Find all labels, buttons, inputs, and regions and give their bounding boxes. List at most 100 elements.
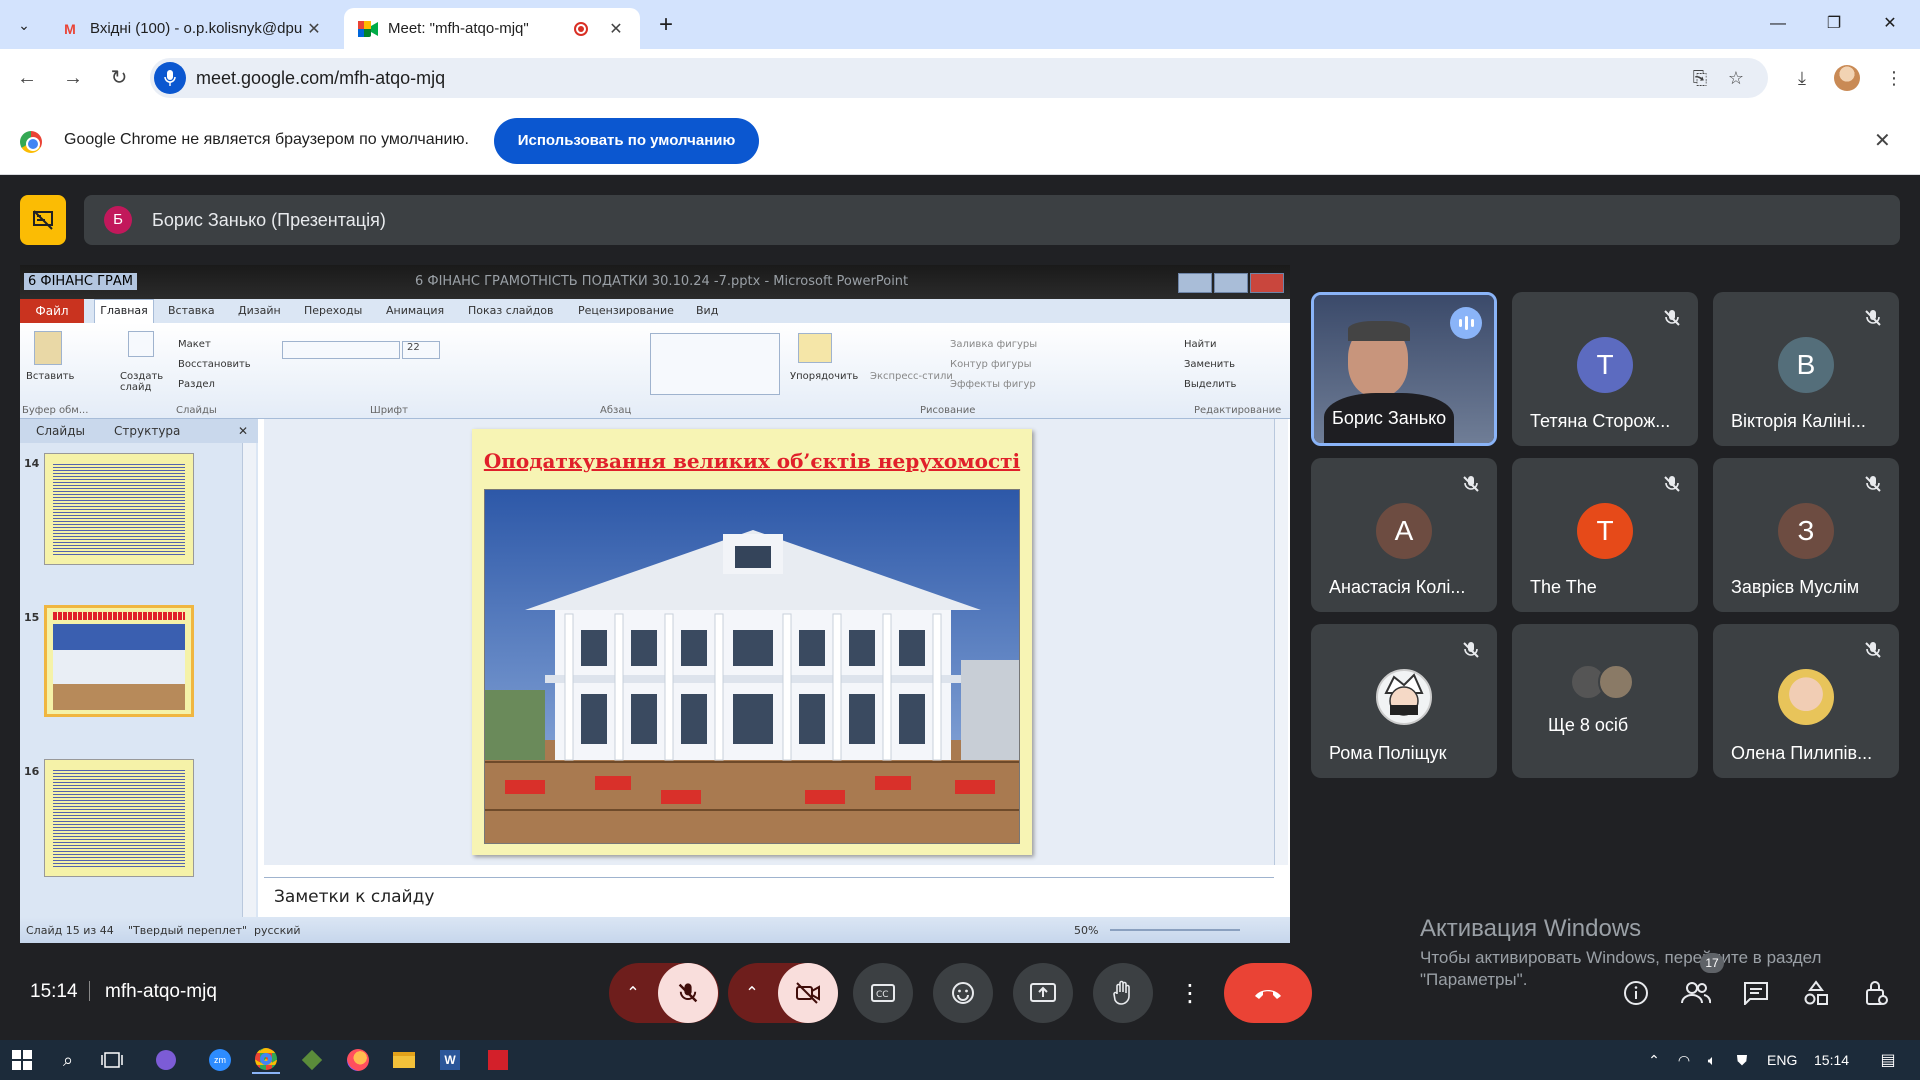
hand-icon	[1113, 980, 1130, 1005]
tab-gmail[interactable]: M Вхідні (100) - o.p.kolisnyk@dpu ✕	[46, 8, 338, 49]
wifi-icon[interactable]: ◠	[1670, 1046, 1698, 1074]
participant-tile[interactable]: Т Тетяна Сторож...	[1512, 292, 1698, 446]
restore-icon[interactable]: ❐	[1810, 10, 1858, 38]
activities-icon[interactable]	[1796, 973, 1836, 1013]
firefox-icon[interactable]	[344, 1046, 372, 1074]
meeting-details-icon[interactable]	[1616, 973, 1656, 1013]
mic-toggle-button[interactable]	[658, 963, 718, 1023]
video-options-chevron-icon[interactable]: ⌃	[728, 983, 776, 1003]
camera-toggle-button[interactable]	[778, 963, 838, 1023]
pp-titlebar: 6 ФІНАНС ГРАМ 6 ФІНАНС ГРАМОТНІСТЬ ПОДАТ…	[20, 265, 1290, 299]
search-icon[interactable]: ⌕	[54, 1046, 82, 1074]
more-participants-tile[interactable]: Ще 8 осіб	[1512, 624, 1698, 778]
chrome-taskbar-icon[interactable]	[252, 1046, 280, 1074]
reactions-button[interactable]	[933, 963, 993, 1023]
infobar-message: Google Chrome не является браузером по у…	[64, 131, 469, 148]
file-explorer-icon[interactable]	[390, 1046, 418, 1074]
pdf-reader-icon[interactable]	[484, 1046, 512, 1074]
task-view-icon[interactable]	[98, 1046, 126, 1074]
arrange-icon	[798, 333, 832, 363]
close-icon[interactable]: ✕	[1874, 128, 1891, 153]
tab-title: Вхідні (100) - o.p.kolisnyk@dpu	[90, 20, 303, 37]
keyboard-language[interactable]: ENG	[1767, 1052, 1797, 1068]
participant-tile[interactable]: З Заврієв Муслім	[1713, 458, 1899, 612]
pp-new-slide-label: Создать слайд	[120, 371, 164, 393]
minecraft-icon[interactable]	[298, 1046, 326, 1074]
host-controls-icon[interactable]	[1856, 973, 1896, 1013]
default-browser-infobar: Google Chrome не является браузером по у…	[0, 108, 1920, 175]
pp-status-bar: Слайд 15 из 44 "Твердый переплет" русски…	[20, 917, 1290, 943]
people-icon[interactable]	[1676, 973, 1716, 1013]
pp-slides-tab: Слайды	[36, 424, 85, 438]
pp-slides-panel: Слайды Структура ✕ 14 15 16	[20, 419, 258, 919]
download-icon[interactable]: ⤓	[1788, 64, 1816, 92]
presentation-off-icon	[33, 210, 53, 230]
pp-shape-outline: Контур фигуры	[950, 359, 1032, 370]
zoom-icon[interactable]: zm	[206, 1046, 234, 1074]
viber-icon[interactable]	[152, 1046, 180, 1074]
set-default-button[interactable]: Использовать по умолчанию	[494, 118, 759, 164]
participant-tile-boris[interactable]: Борис Занько	[1311, 292, 1497, 446]
pin-presentation-button[interactable]	[20, 195, 66, 245]
new-tab-button[interactable]: +	[652, 12, 680, 40]
pp-tab: Вид	[696, 304, 719, 317]
show-hidden-icons[interactable]: ⌃	[1640, 1046, 1668, 1074]
back-icon[interactable]: ←	[12, 63, 42, 93]
menu-dots-icon[interactable]: ⋮	[1880, 64, 1908, 92]
pp-select: Выделить	[1184, 379, 1237, 390]
word-icon[interactable]: W	[436, 1046, 464, 1074]
participant-name: The The	[1530, 577, 1597, 597]
chrome-logo-icon	[20, 131, 42, 153]
participant-tile[interactable]: T The The	[1512, 458, 1698, 612]
house-photo	[484, 489, 1020, 844]
pp-notes-pane: Заметки к слайду	[264, 877, 1274, 909]
participant-tile[interactable]: Олена Пилипів...	[1713, 624, 1899, 778]
pp-layout: Макет	[178, 339, 211, 350]
volume-icon[interactable]: 🔈︎	[1698, 1046, 1726, 1074]
address-bar[interactable]: meet.google.com/mfh-atqo-mjq ⎘ ☆	[150, 58, 1768, 98]
pp-slide-area: Оподаткування великих об’єктів нерухомос…	[264, 419, 1278, 865]
present-button[interactable]	[1013, 963, 1073, 1023]
pp-group-label: Абзац	[600, 405, 632, 416]
bookmark-star-icon[interactable]: ☆	[1724, 66, 1748, 90]
tab-search-icon[interactable]: ⌄	[8, 10, 40, 40]
participant-name: Заврієв Муслім	[1731, 577, 1860, 597]
close-window-icon[interactable]: ✕	[1866, 10, 1914, 38]
pp-thumb-scrollbar	[242, 443, 256, 919]
mic-off-icon	[1865, 476, 1881, 492]
participant-tile[interactable]: А Анастасія Колі...	[1311, 458, 1497, 612]
close-tab-icon[interactable]: ✕	[606, 19, 626, 39]
notifications-icon[interactable]: ▤	[1874, 1046, 1902, 1074]
raise-hand-button[interactable]	[1093, 963, 1153, 1023]
microphone-icon[interactable]	[154, 62, 186, 94]
participant-avatar-small	[1598, 664, 1634, 700]
more-options-icon[interactable]: ⋮	[1170, 963, 1210, 1023]
participant-avatar: T	[1577, 503, 1633, 559]
more-participants-label: Ще 8 осіб	[1548, 715, 1629, 735]
minimize-icon[interactable]: —	[1754, 10, 1802, 38]
tab-meet[interactable]: Meet: "mfh-atqo-mjq" ✕	[344, 8, 640, 49]
translate-icon[interactable]: ⎘	[1688, 66, 1712, 90]
security-shield-icon[interactable]: ⛊	[1728, 1046, 1756, 1074]
camera-off-icon	[796, 982, 820, 1004]
pp-thumb-number: 14	[24, 457, 40, 470]
participant-tile[interactable]: Рома Поліщук	[1311, 624, 1497, 778]
participant-name: Тетяна Сторож...	[1530, 411, 1671, 431]
pp-tab: Вставка	[168, 304, 215, 317]
taskbar-clock[interactable]: 15:14	[1814, 1052, 1849, 1068]
mic-off-icon	[678, 983, 698, 1003]
audio-options-chevron-icon[interactable]: ⌃	[609, 983, 657, 1003]
participant-tile[interactable]: В Вікторія Каліні...	[1713, 292, 1899, 446]
leave-call-button[interactable]	[1224, 963, 1312, 1023]
chat-icon[interactable]	[1736, 973, 1776, 1013]
captions-button[interactable]: CC	[853, 963, 913, 1023]
pp-tab: Переходы	[304, 304, 363, 317]
pp-tab: Анимация	[386, 304, 445, 317]
profile-avatar[interactable]	[1834, 65, 1860, 91]
participant-name: Борис Занько	[1332, 408, 1447, 428]
forward-icon[interactable]: →	[58, 63, 88, 93]
reload-icon[interactable]: ↻	[104, 63, 134, 93]
windows-start-icon[interactable]	[8, 1046, 36, 1074]
close-tab-icon[interactable]: ✕	[304, 19, 324, 39]
recording-icon	[574, 21, 588, 36]
